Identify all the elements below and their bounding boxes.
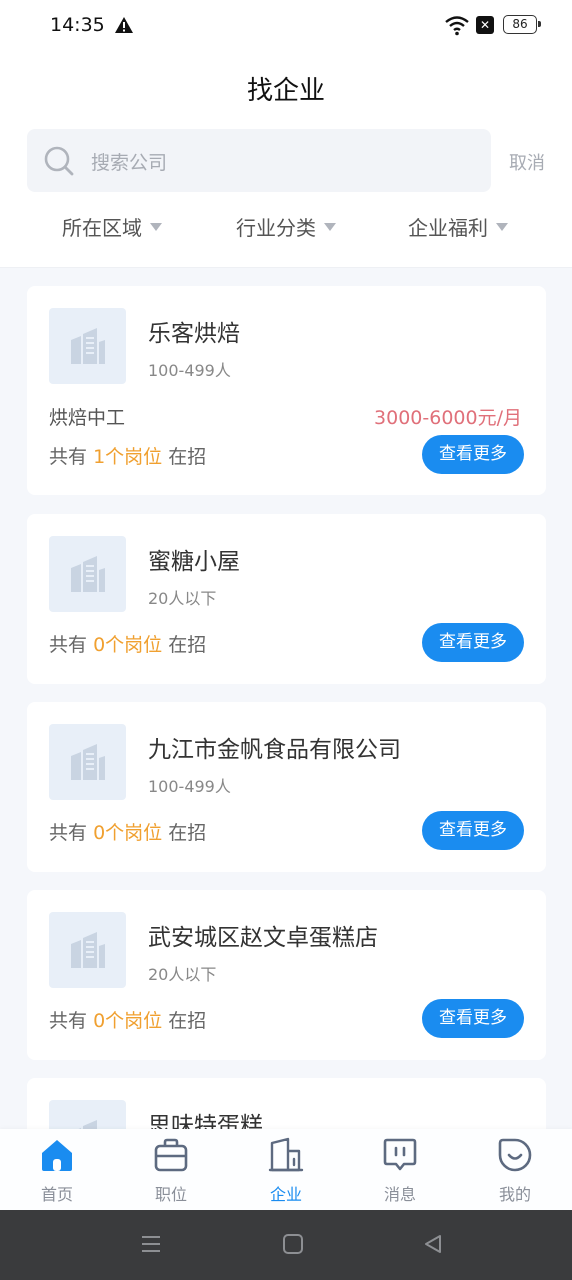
filter-label: 企业福利 <box>408 216 488 240</box>
message-icon <box>383 1138 417 1171</box>
company-size: 20人以下 <box>148 965 217 984</box>
positions-count: 共有 0个岗位 在招 <box>49 1006 206 1033</box>
company-size: 20人以下 <box>148 589 217 608</box>
filter-region[interactable]: 所在区域 <box>62 212 162 241</box>
company-logo <box>49 536 126 612</box>
positions-suffix: 在招 <box>168 822 207 844</box>
positions-highlight: 1个岗位 <box>93 446 163 468</box>
company-name: 九江市金帆食品有限公司 <box>148 737 401 763</box>
company-card[interactable]: 九江市金帆食品有限公司 100-499人 共有 0个岗位 在招 查看更多 <box>27 702 546 872</box>
company-name: 乐客烘焙 <box>148 321 240 347</box>
caret-down-icon <box>324 222 336 231</box>
tab-companies[interactable]: 企业 <box>229 1129 343 1210</box>
home-icon <box>42 1140 72 1171</box>
positions-count: 共有 0个岗位 在招 <box>49 818 206 845</box>
building-icon <box>71 744 105 780</box>
company-name: 武安城区赵文卓蛋糕店 <box>148 925 378 951</box>
search-placeholder: 搜索公司 <box>91 152 168 174</box>
filter-label: 行业分类 <box>236 216 316 240</box>
warning-icon <box>115 17 133 33</box>
tab-label: 我的 <box>498 1185 531 1204</box>
positions-highlight: 0个岗位 <box>93 634 163 656</box>
view-more-button[interactable]: 查看更多 <box>422 811 524 850</box>
tab-profile[interactable]: 我的 <box>458 1129 572 1210</box>
positions-suffix: 在招 <box>168 446 207 468</box>
company-name: 蜜糖小屋 <box>148 549 240 575</box>
company-logo <box>49 912 126 988</box>
profile-icon <box>498 1138 532 1172</box>
wifi-icon <box>445 16 469 36</box>
filter-benefits[interactable]: 企业福利 <box>408 212 508 241</box>
tab-jobs[interactable]: 职位 <box>114 1129 228 1210</box>
positions-highlight: 0个岗位 <box>93 822 163 844</box>
positions-suffix: 在招 <box>168 634 207 656</box>
bottom-tab-bar: 首页 职位 企业 消息 我的 <box>0 1129 572 1210</box>
search-input[interactable]: 搜索公司 <box>27 129 491 192</box>
menu-icon[interactable] <box>140 1233 162 1255</box>
system-nav-bar <box>0 1210 572 1280</box>
status-time: 14:35 <box>50 14 105 36</box>
tab-home[interactable]: 首页 <box>0 1129 114 1210</box>
battery-icon: 86 <box>503 15 541 34</box>
company-size: 100-499人 <box>148 777 231 796</box>
company-size: 100-499人 <box>148 361 231 380</box>
tab-label: 首页 <box>40 1185 73 1204</box>
job-title: 烘焙中工 <box>49 407 126 429</box>
company-card[interactable]: 乐客烘焙 100-499人 烘焙中工 3000-6000元/月 共有 1个岗位 … <box>27 286 546 495</box>
company-logo <box>49 308 126 384</box>
building-icon <box>268 1137 304 1172</box>
tab-messages[interactable]: 消息 <box>343 1129 457 1210</box>
search-icon <box>44 146 74 176</box>
view-more-button[interactable]: 查看更多 <box>422 435 524 474</box>
building-icon <box>71 328 105 364</box>
company-logo <box>49 724 126 800</box>
positions-highlight: 0个岗位 <box>93 1010 163 1032</box>
tab-label: 职位 <box>154 1185 187 1204</box>
building-icon <box>71 556 105 592</box>
tab-label: 企业 <box>269 1185 302 1204</box>
filter-label: 所在区域 <box>62 216 142 240</box>
company-card[interactable]: 武安城区赵文卓蛋糕店 20人以下 共有 0个岗位 在招 查看更多 <box>27 890 546 1060</box>
positions-count: 共有 1个岗位 在招 <box>49 442 206 469</box>
page-title: 找企业 <box>246 76 325 106</box>
cancel-button[interactable]: 取消 <box>509 149 545 175</box>
positions-prefix: 共有 <box>49 1010 88 1032</box>
building-icon <box>71 932 105 968</box>
company-card[interactable]: 蜜糖小屋 20人以下 共有 0个岗位 在招 查看更多 <box>27 514 546 684</box>
filter-industry[interactable]: 行业分类 <box>236 212 336 241</box>
back-icon[interactable] <box>422 1233 444 1255</box>
no-sim-icon: ✕ <box>476 16 494 34</box>
salary: 3000-6000元/月 <box>374 407 522 429</box>
status-bar: 14:35 ✕ 86 <box>0 0 572 52</box>
header: 找企业 搜索公司 取消 所在区域 行业分类 企业福利 <box>0 52 572 268</box>
positions-prefix: 共有 <box>49 446 88 468</box>
positions-prefix: 共有 <box>49 822 88 844</box>
caret-down-icon <box>150 222 162 231</box>
view-more-button[interactable]: 查看更多 <box>422 999 524 1038</box>
view-more-button[interactable]: 查看更多 <box>422 623 524 662</box>
briefcase-icon <box>154 1138 188 1172</box>
tab-label: 消息 <box>383 1185 416 1204</box>
caret-down-icon <box>496 222 508 231</box>
positions-prefix: 共有 <box>49 634 88 656</box>
positions-count: 共有 0个岗位 在招 <box>49 630 206 657</box>
home-square-icon[interactable] <box>282 1233 304 1255</box>
positions-suffix: 在招 <box>168 1010 207 1032</box>
